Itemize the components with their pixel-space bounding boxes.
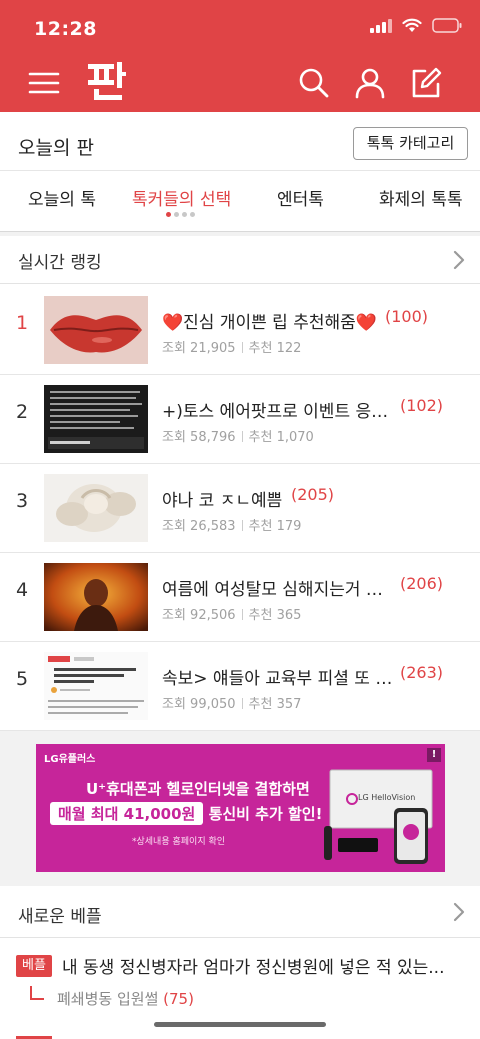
chevron-right-icon — [453, 902, 465, 922]
rank-number: 4 — [16, 579, 29, 601]
new-best-header[interactable]: 새로운 베플 — [0, 888, 480, 938]
post-thumbnail — [44, 563, 148, 631]
search-icon[interactable] — [297, 66, 331, 100]
post-title: ❤️진심 개이쁜 립 추천해줌❤️ — [162, 313, 377, 333]
edit-icon[interactable] — [409, 66, 443, 100]
chevron-right-icon — [453, 250, 465, 270]
post-meta: 조회 26,583 추천 179 — [162, 515, 301, 534]
post-thumbnail — [44, 296, 148, 364]
tab-page-indicator — [166, 212, 195, 217]
ad-headline: U⁺휴대폰과 헬로인터넷을 결합하면 — [86, 780, 310, 798]
view-count: 조회 58,796 — [162, 430, 236, 445]
ad-info-icon[interactable]: ! — [427, 748, 441, 762]
rank-number: 3 — [16, 490, 29, 512]
signal-icon — [370, 18, 392, 33]
best-reply-count: (75) — [163, 990, 194, 1008]
post-thumbnail — [44, 474, 148, 542]
post-meta: 조회 58,796 추천 1,070 — [162, 426, 314, 445]
post-title: 야나 코 ㅈㄴ예쁨 — [162, 491, 283, 511]
category-button[interactable]: 톡톡 카테고리 — [353, 127, 468, 160]
best-reply-badge: 베플 — [16, 955, 52, 977]
recommend-count: 추천 365 — [248, 608, 302, 623]
home-indicator[interactable] — [154, 1022, 326, 1027]
rank-number: 1 — [16, 312, 29, 334]
tab-hot-talk[interactable]: 화제의 톡톡 — [379, 185, 463, 210]
pann-logo[interactable] — [86, 60, 126, 102]
top-app-bar: 12:28 — [0, 0, 480, 112]
best-reply-text[interactable]: 폐쇄병동 입원썰 (75) — [57, 988, 194, 1009]
view-count: 조회 92,506 — [162, 608, 236, 623]
ranking-row[interactable]: 1 ❤️진심 개이쁜 립 추천해줌❤️ (100) 조회 21,905 추천 12… — [0, 286, 480, 375]
post-meta: 조회 21,905 추천 122 — [162, 337, 301, 356]
user-icon[interactable] — [353, 66, 387, 100]
ad-note: *상세내용 홈페이지 확인 — [132, 837, 226, 847]
tab-talkers-choice[interactable]: 톡커들의 선택 — [132, 185, 231, 210]
best-reply-post-title[interactable]: 내 동생 정신병자라 엄마가 정신병원에 넣은 적 있는... — [62, 953, 444, 978]
ranking-row[interactable]: 4 여름에 여성탈모 심해지는거 알... (206) 조회 92,506 추천 … — [0, 553, 480, 642]
nav-row — [0, 60, 480, 110]
tab-enter-talk[interactable]: 엔터톡 — [277, 185, 324, 210]
comment-count: (102) — [400, 396, 444, 415]
ranking-row[interactable]: 2 +)토스 에어팟프로 이벤트 응모... (102) 조회 58,796 추천… — [0, 375, 480, 464]
post-title: 여름에 여성탈모 심해지는거 알... — [162, 580, 394, 600]
recommend-count: 추천 357 — [248, 697, 302, 712]
post-thumbnail — [44, 652, 148, 720]
post-thumbnail — [44, 385, 148, 453]
rank-number: 2 — [16, 401, 29, 423]
ranking-row[interactable]: 5 속보> 얘들아 교육부 피셜 또 뜸!!!!!! (263) 조회 99,0… — [0, 642, 480, 731]
comment-count: (206) — [400, 574, 444, 593]
post-title: +)토스 에어팟프로 이벤트 응모... — [162, 402, 394, 422]
wifi-icon — [402, 18, 422, 32]
menu-icon[interactable] — [28, 66, 62, 100]
comment-count: (263) — [400, 663, 444, 682]
battery-icon — [432, 18, 462, 33]
page-title: 오늘의 판 — [18, 137, 94, 159]
comment-count: (100) — [385, 307, 429, 326]
tab-today-talk[interactable]: 오늘의 톡 — [28, 185, 96, 210]
new-best-title: 새로운 베플 — [18, 907, 102, 927]
recommend-count: 추천 179 — [248, 519, 302, 534]
ad-banner[interactable]: LG유플러스 ! U⁺휴대폰과 헬로인터넷을 결합하면 매월 최대 41,000… — [36, 744, 445, 872]
view-count: 조회 26,583 — [162, 519, 236, 534]
best-reply-label: 폐쇄병동 입원썰 — [57, 990, 159, 1008]
ranking-row[interactable]: 3 야나 코 ㅈㄴ예쁨 (205) 조회 26,583 추천 179 — [0, 464, 480, 553]
post-title: 속보> 얘들아 교육부 피셜 또 뜸!!!!!! — [162, 669, 394, 689]
reply-arrow-icon — [30, 986, 44, 1000]
tab-bar: 오늘의 톡 톡커들의 선택 엔터톡 화제의 톡톡 — [0, 170, 480, 232]
view-count: 조회 99,050 — [162, 697, 236, 712]
ad-brand: LG유플러스 — [44, 754, 96, 765]
status-icons — [370, 18, 462, 33]
status-time: 12:28 — [34, 18, 97, 40]
post-meta: 조회 99,050 추천 357 — [162, 693, 301, 712]
ad-offer-rest: 통신비 추가 할인! — [208, 805, 323, 823]
post-meta: 조회 92,506 추천 365 — [162, 604, 301, 623]
ad-product-image — [324, 769, 433, 864]
ranking-title: 실시간 랭킹 — [18, 253, 102, 273]
ad-offer: 매월 최대 41,000원 통신비 추가 할인! — [50, 802, 322, 825]
recommend-count: 추천 122 — [248, 341, 302, 356]
rank-number: 5 — [16, 668, 29, 690]
ad-offer-highlight: 매월 최대 41,000원 — [50, 802, 204, 825]
view-count: 조회 21,905 — [162, 341, 236, 356]
ad-tv-brand: LG HelloVision — [358, 793, 416, 802]
ranking-header[interactable]: 실시간 랭킹 — [0, 236, 480, 284]
comment-count: (205) — [291, 485, 335, 504]
recommend-count: 추천 1,070 — [248, 430, 314, 445]
